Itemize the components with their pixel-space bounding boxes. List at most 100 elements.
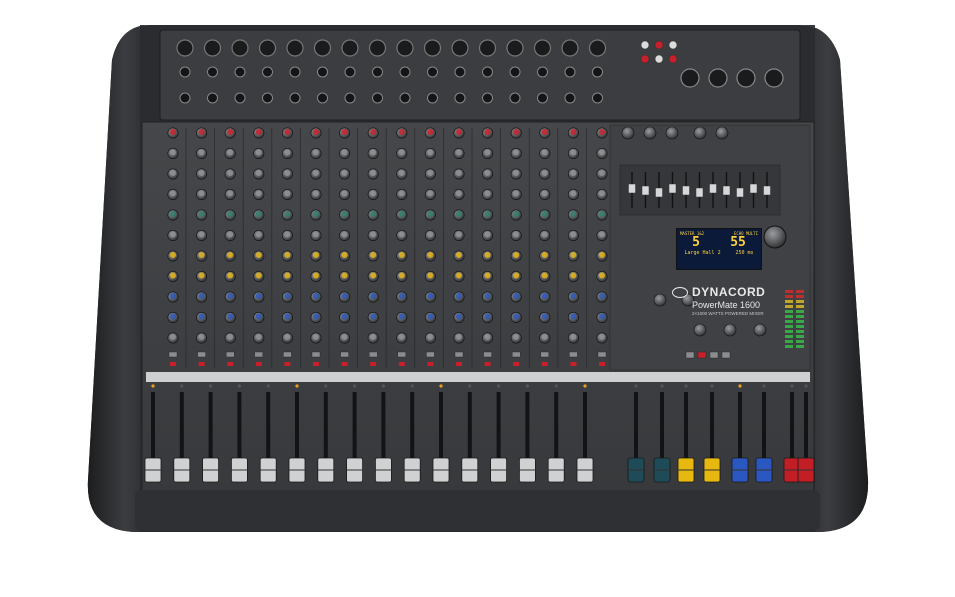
master-button[interactable] [697,351,707,359]
master-rotary-knob[interactable] [643,126,657,140]
rca-jack[interactable] [654,54,664,64]
xlr-output-jack[interactable] [680,68,700,88]
master-rotary-knob[interactable] [753,323,767,337]
mute-button[interactable] [370,362,377,366]
mute-button[interactable] [198,362,205,366]
line-input-jack[interactable] [344,66,356,78]
master-rotary-knob[interactable] [693,323,707,337]
channel-button[interactable] [454,351,464,358]
master-rotary-knob[interactable] [715,126,729,140]
line-input-jack[interactable] [509,66,521,78]
eq-slider-cap[interactable] [668,183,677,194]
channel-button[interactable] [254,351,264,358]
insert-jack[interactable] [592,92,603,104]
eq-slider-cap[interactable] [628,183,636,194]
channel-button[interactable] [340,351,349,358]
insert-jack[interactable] [372,92,383,104]
insert-jack[interactable] [454,92,466,104]
xlr-input-jack[interactable] [423,39,442,57]
master-rotary-knob[interactable] [665,126,679,140]
eq-slider-cap[interactable] [655,187,663,198]
mute-button[interactable] [541,362,548,366]
channel-button[interactable] [283,351,292,358]
channel-button[interactable] [311,351,321,358]
xlr-input-jack[interactable] [231,39,249,57]
xlr-input-jack[interactable] [341,39,359,57]
line-input-jack[interactable] [289,66,301,78]
rca-jack[interactable] [668,54,678,64]
line-input-jack[interactable] [537,66,548,78]
line-input-jack[interactable] [207,66,218,78]
insert-jack[interactable] [207,92,218,104]
insert-jack[interactable] [537,92,548,104]
eq-slider-cap[interactable] [736,187,744,198]
xlr-input-jack[interactable] [396,39,414,57]
xlr-input-jack[interactable] [478,39,497,57]
channel-button[interactable] [540,351,549,358]
mute-button[interactable] [570,362,577,366]
xlr-output-jack[interactable] [736,68,756,88]
line-input-jack[interactable] [482,66,493,78]
line-input-jack[interactable] [372,66,383,78]
channel-button[interactable] [369,351,378,358]
mute-button[interactable] [398,362,405,366]
eq-slider-cap[interactable] [749,183,758,194]
line-input-jack[interactable] [454,66,466,78]
rca-jack[interactable] [640,40,650,50]
master-rotary-knob[interactable] [653,293,667,307]
mute-button[interactable] [456,362,462,366]
insert-jack[interactable] [482,92,493,104]
insert-jack[interactable] [427,92,438,104]
master-button[interactable] [685,351,695,359]
master-rotary-knob[interactable] [621,126,635,140]
mute-button[interactable] [341,362,348,366]
line-input-jack[interactable] [399,66,411,78]
insert-jack[interactable] [509,92,521,104]
xlr-input-jack[interactable] [176,39,194,57]
line-input-jack[interactable] [564,66,576,78]
insert-jack[interactable] [399,92,411,104]
channel-button[interactable] [483,351,492,358]
master-rotary-knob[interactable] [693,126,707,140]
eq-slider-cap[interactable] [722,185,731,196]
rca-jack[interactable] [654,40,664,50]
line-input-jack[interactable] [427,66,438,78]
eq-slider-cap[interactable] [709,183,717,194]
insert-jack[interactable] [289,92,301,104]
line-input-jack[interactable] [592,66,603,78]
mute-button[interactable] [255,362,262,366]
master-rotary-knob[interactable] [723,323,737,337]
channel-button[interactable] [569,351,578,358]
xlr-input-jack[interactable] [451,39,469,57]
insert-jack[interactable] [317,92,328,104]
xlr-input-jack[interactable] [533,39,552,57]
channel-button[interactable] [512,351,521,358]
xlr-input-jack[interactable] [203,39,222,57]
line-input-jack[interactable] [262,66,273,78]
insert-jack[interactable] [564,92,576,104]
master-button[interactable] [709,351,719,359]
line-input-jack[interactable] [234,66,246,78]
xlr-input-jack[interactable] [258,39,277,57]
rca-jack[interactable] [668,40,678,50]
eq-slider-cap[interactable] [682,185,690,196]
mute-button[interactable] [313,362,319,366]
xlr-input-jack[interactable] [286,39,304,57]
eq-slider-cap[interactable] [695,187,704,198]
insert-jack[interactable] [234,92,246,104]
xlr-input-jack[interactable] [588,39,607,57]
channel-button[interactable] [197,351,206,358]
xlr-input-jack[interactable] [368,39,387,57]
insert-jack[interactable] [344,92,356,104]
mute-button[interactable] [427,362,434,366]
data-encoder-knob[interactable] [763,225,787,249]
line-input-jack[interactable] [179,66,191,78]
xlr-output-jack[interactable] [708,68,728,88]
mute-button[interactable] [227,362,234,366]
channel-button[interactable] [597,351,607,358]
xlr-input-jack[interactable] [506,39,524,57]
rca-jack[interactable] [640,54,650,64]
eq-slider-cap[interactable] [641,185,650,196]
mute-button[interactable] [170,362,176,366]
eq-slider-cap[interactable] [763,185,771,196]
